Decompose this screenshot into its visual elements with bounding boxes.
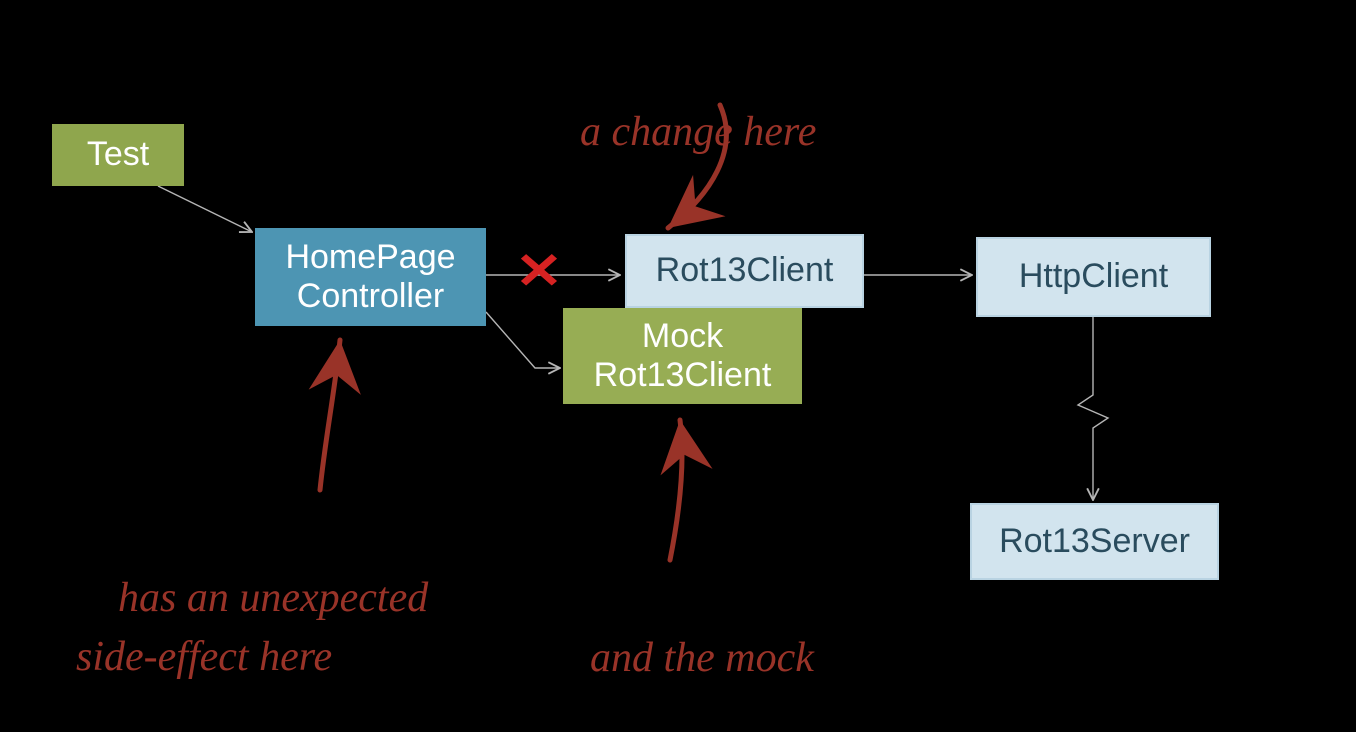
- box-httpclient: HttpClient: [976, 237, 1211, 317]
- annotation-mock-line1: and the mock: [590, 635, 814, 681]
- box-mock-rot13client: Mock Rot13Client: [563, 308, 802, 404]
- box-homepage-label: HomePage Controller: [285, 238, 455, 316]
- annotation-change-text: a change here: [580, 109, 816, 155]
- box-test-label: Test: [87, 135, 149, 174]
- x-mark-glyph: ✕: [515, 243, 563, 299]
- box-mock-label: Mock Rot13Client: [594, 317, 772, 395]
- diagram-canvas: Test HomePage Controller Rot13Client Moc…: [0, 0, 1356, 732]
- box-httpclient-label: HttpClient: [1019, 257, 1168, 296]
- annotation-side-effect-text: has an unexpected side-effect here: [76, 575, 428, 680]
- box-rot13server: Rot13Server: [970, 503, 1219, 580]
- box-rot13client: Rot13Client: [625, 234, 864, 308]
- box-rot13client-label: Rot13Client: [656, 251, 834, 290]
- x-mark-icon: ✕: [515, 242, 563, 300]
- annotation-side-effect: has an unexpected side-effect here: [76, 510, 428, 732]
- box-rot13server-label: Rot13Server: [999, 522, 1190, 561]
- box-homepage-controller: HomePage Controller: [255, 228, 486, 326]
- annotation-mock-hides: and the mock hides it 😢: [548, 570, 814, 732]
- annotation-change-here: a change here: [538, 44, 816, 220]
- box-test: Test: [52, 124, 184, 186]
